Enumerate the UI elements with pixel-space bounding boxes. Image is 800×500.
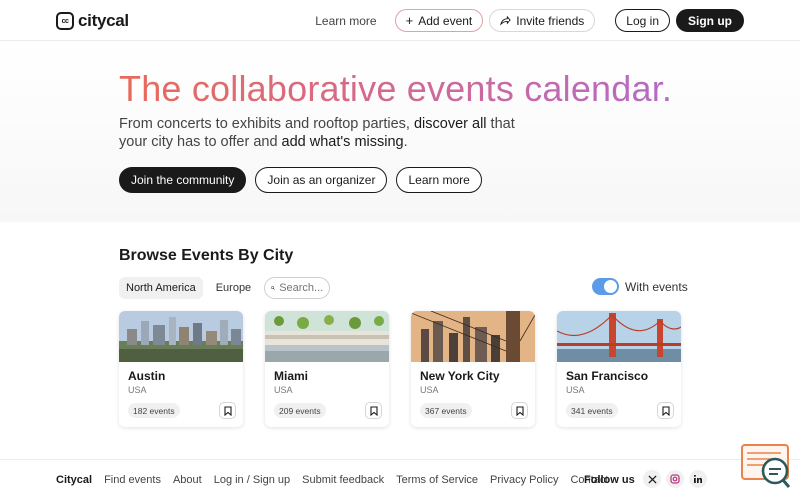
bookmark-icon	[369, 405, 378, 416]
top-navbar: cc citycal Learn more + Add event Invite…	[0, 0, 800, 41]
with-events-filter: With events	[592, 278, 688, 295]
hero-title: The collaborative events calendar.	[119, 68, 673, 109]
san-francisco-image	[557, 311, 681, 362]
with-events-label: With events	[625, 279, 688, 294]
hero-buttons: Join the community Join as an organizer …	[119, 167, 482, 193]
new-york-city-image	[411, 311, 535, 362]
invite-friends-label: Invite friends	[516, 13, 585, 28]
nav: Learn more + Add event Invite friends Lo…	[303, 9, 744, 32]
join-community-button[interactable]: Join the community	[119, 167, 247, 193]
footer-link-find-events[interactable]: Find events	[104, 474, 161, 486]
city-cards: Austin USA 182 events Miami USA 209 even	[119, 311, 681, 427]
hero-subtitle: From concerts to exhibits and rooftop pa…	[119, 115, 519, 151]
tab-europe[interactable]: Europe	[209, 277, 258, 299]
x-icon[interactable]	[643, 470, 661, 488]
city-search[interactable]	[264, 277, 331, 299]
hero-subtitle-part3: .	[403, 134, 408, 150]
city-country: USA	[566, 385, 585, 395]
social-links	[643, 470, 707, 488]
city-country: USA	[274, 385, 293, 395]
invite-friends-button[interactable]: Invite friends	[489, 9, 596, 32]
footer-brand[interactable]: Citycal	[56, 474, 92, 486]
bookmark-button[interactable]	[219, 402, 236, 419]
city-country: USA	[420, 385, 439, 395]
hero-subtitle-emphasis-1: discover all	[413, 116, 487, 132]
city-card-miami[interactable]: Miami USA 209 events	[265, 311, 389, 427]
tab-north-america[interactable]: North America	[119, 277, 203, 299]
footer: Citycal Find events About Log in / Sign …	[0, 459, 800, 500]
event-count-badge: 182 events	[128, 403, 180, 418]
bookmark-button[interactable]	[511, 402, 528, 419]
logo-mark-icon: cc	[56, 12, 74, 30]
hero-subtitle-emphasis-2: add what's missing	[281, 134, 404, 150]
city-name: Miami	[274, 369, 309, 383]
hero-section: The collaborative events calendar. From …	[0, 42, 800, 222]
add-event-button[interactable]: + Add event	[394, 9, 484, 32]
miami-image	[265, 311, 389, 362]
browse-title: Browse Events By City	[119, 247, 294, 264]
hero-subtitle-part1: From concerts to exhibits and rooftop pa…	[119, 116, 414, 132]
join-organizer-button[interactable]: Join as an organizer	[255, 167, 388, 193]
help-chat-widget[interactable]	[741, 444, 791, 490]
sign-up-button[interactable]: Sign up	[676, 9, 744, 32]
log-in-button[interactable]: Log in	[615, 9, 670, 32]
footer-link-about[interactable]: About	[173, 474, 202, 486]
region-filters: North America Europe	[119, 277, 331, 299]
bookmark-button[interactable]	[657, 402, 674, 419]
city-card-new-york-city[interactable]: New York City USA 367 events	[411, 311, 535, 427]
add-event-label: Add event	[418, 13, 473, 28]
bookmark-icon	[223, 405, 232, 416]
footer-link-login-signup[interactable]: Log in / Sign up	[214, 474, 290, 486]
footer-link-terms[interactable]: Terms of Service	[396, 474, 478, 486]
bookmark-icon	[661, 405, 670, 416]
logo[interactable]: cc citycal	[56, 11, 129, 31]
city-card-san-francisco[interactable]: San Francisco USA 341 events	[557, 311, 681, 427]
share-icon	[500, 15, 511, 26]
bookmark-button[interactable]	[365, 402, 382, 419]
instagram-icon[interactable]	[666, 470, 684, 488]
search-icon	[271, 286, 275, 290]
footer-links: Citycal Find events About Log in / Sign …	[56, 474, 608, 486]
logo-text: citycal	[78, 11, 129, 30]
city-country: USA	[128, 385, 147, 395]
plus-icon: +	[405, 13, 414, 28]
austin-image	[119, 311, 243, 362]
linkedin-icon[interactable]	[689, 470, 707, 488]
city-name: San Francisco	[566, 369, 649, 383]
event-count-badge: 341 events	[566, 403, 618, 418]
footer-link-privacy[interactable]: Privacy Policy	[490, 474, 558, 486]
footer-link-submit-feedback[interactable]: Submit feedback	[302, 474, 384, 486]
city-card-austin[interactable]: Austin USA 182 events	[119, 311, 243, 427]
follow-us-label: Follow us	[584, 474, 635, 486]
city-name: Austin	[128, 369, 166, 383]
with-events-toggle[interactable]	[592, 278, 619, 295]
feedback-chat-icon	[741, 444, 791, 488]
hero-learn-more-button[interactable]: Learn more	[396, 167, 482, 193]
city-name: New York City	[420, 369, 500, 383]
learn-more-link[interactable]: Learn more	[303, 14, 388, 28]
search-input[interactable]	[279, 282, 324, 294]
event-count-badge: 367 events	[420, 403, 472, 418]
event-count-badge: 209 events	[274, 403, 326, 418]
bookmark-icon	[515, 405, 524, 416]
